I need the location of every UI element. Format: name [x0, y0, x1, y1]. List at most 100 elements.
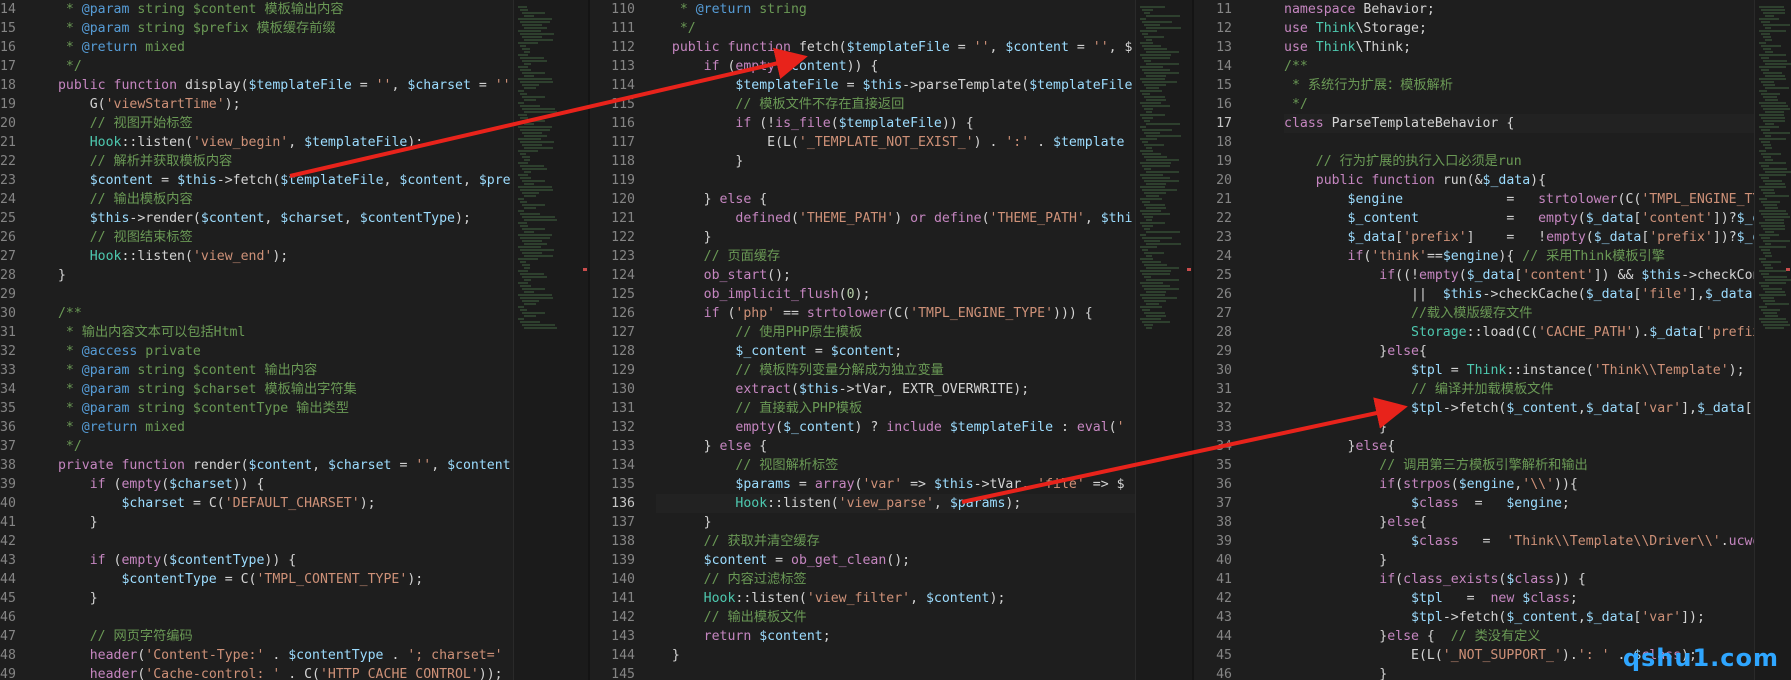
code-line[interactable]: //载入模版缓存文件 [1284, 304, 1754, 323]
code-line[interactable]: }else{ [1284, 513, 1754, 532]
code-line[interactable]: // 直接载入PHP模板 [656, 399, 1135, 418]
code-line[interactable]: */ [50, 57, 445, 76]
code-line[interactable]: $engine = strtolower(C('TMPL_ENGINE_TYPE [1284, 190, 1754, 209]
code-line[interactable]: if ('php' == strtolower(C('TMPL_ENGINE_T… [656, 304, 1135, 323]
code-line[interactable]: } [656, 646, 1135, 665]
code-line[interactable]: // 编译并加载模板文件 [1284, 380, 1754, 399]
code-line[interactable]: $params = array('var' => $this->tVar, 'f… [656, 475, 1135, 494]
code-line[interactable]: * 输出内容文本可以包括Html [50, 323, 445, 342]
code-line[interactable]: // 行为扩展的执行入口必须是run [1284, 152, 1754, 171]
code-line[interactable]: $content = ob_get_clean(); [656, 551, 1135, 570]
code-line[interactable]: if (empty($charset)) { [50, 475, 445, 494]
code-line[interactable]: namespace Behavior; [1284, 0, 1754, 19]
code-line[interactable]: use Think\Think; [1284, 38, 1754, 57]
code-line[interactable]: $_data['prefix'] = !empty($_data['prefix… [1284, 228, 1754, 247]
minimap-middle[interactable] [1135, 0, 1193, 680]
minimap-left[interactable] [513, 0, 589, 680]
code-line[interactable]: } [656, 152, 1135, 171]
code-line[interactable]: // 视图结束标签 [50, 228, 445, 247]
code-line[interactable]: $contentType = C('TMPL_CONTENT_TYPE'); [50, 570, 445, 589]
code-line[interactable]: extract($this->tVar, EXTR_OVERWRITE); [656, 380, 1135, 399]
code-line[interactable]: } else { [656, 190, 1135, 209]
code-line[interactable]: Hook::listen('view_filter', $content); [656, 589, 1135, 608]
code-line[interactable] [50, 608, 445, 627]
code-line[interactable]: Hook::listen('view_parse', $params); [656, 494, 1135, 513]
code-line[interactable]: public function run(&$_data){ [1284, 171, 1754, 190]
code-line[interactable]: $this->render($content, $charset, $conte… [50, 209, 471, 228]
code-line[interactable] [50, 285, 445, 304]
code-line[interactable]: header('Content-Type:' . $contentType . … [50, 646, 503, 665]
code-line[interactable]: * @return mixed [50, 38, 445, 57]
code-line[interactable]: /** [1284, 57, 1754, 76]
code-line[interactable]: if(class_exists($class)) { [1284, 570, 1754, 589]
code-line[interactable]: // 视图解析标签 [656, 456, 1135, 475]
code-line[interactable]: * @return string [656, 0, 1135, 19]
code-line[interactable]: $class = $engine; [1284, 494, 1754, 513]
code-line[interactable]: // 视图开始标签 [50, 114, 445, 133]
code-line[interactable] [656, 665, 1135, 680]
code-line[interactable]: * @param string $prefix 模板缓存前缀 [50, 19, 445, 38]
code-line[interactable]: // 模板文件不存在直接返回 [656, 95, 1135, 114]
code-line[interactable]: * @param string $contentType 输出类型 [50, 399, 445, 418]
code-line[interactable]: if('think'==$engine){ // 采用Think模板引擎 [1284, 247, 1754, 266]
code-area-right[interactable]: namespace Behavior; use Think\Storage; use… [1284, 0, 1754, 680]
code-line[interactable]: * 系统行为扩展：模板解析 [1284, 76, 1754, 95]
code-line[interactable]: G('viewStartTime'); [50, 95, 445, 114]
code-line[interactable]: $_content = empty($_data['content'])?$_d… [1284, 209, 1754, 228]
code-line[interactable]: // 输出模板内容 [50, 190, 445, 209]
code-line[interactable]: if(strpos($engine,'\\')){ [1284, 475, 1754, 494]
code-line[interactable]: if (empty($content)) { [656, 57, 1135, 76]
code-line[interactable]: $_content = $content; [656, 342, 1135, 361]
code-line[interactable]: /** [50, 304, 445, 323]
code-line[interactable]: E(L('_TEMPLATE_NOT_EXIST_') . ':' . $tem… [656, 133, 1135, 152]
code-line[interactable]: * @param string $content 模板输出内容 [50, 0, 445, 19]
code-line[interactable]: */ [50, 437, 445, 456]
code-line[interactable]: } [50, 589, 445, 608]
code-line[interactable] [1284, 133, 1754, 152]
code-line[interactable]: // 网页字符编码 [50, 627, 445, 646]
code-line[interactable]: ob_start(); [656, 266, 1135, 285]
code-line[interactable]: if (empty($contentType)) { [50, 551, 445, 570]
code-line[interactable]: || $this->checkCache($_data['file'],$_da… [1284, 285, 1754, 304]
code-line[interactable]: // 调用第三方模板引擎解析和输出 [1284, 456, 1754, 475]
code-line[interactable]: $tpl->fetch($_content,$_data['var'],$_da… [1284, 399, 1754, 418]
code-line[interactable]: class ParseTemplateBehavior { [1284, 114, 1754, 133]
code-line[interactable]: }else{ [1284, 437, 1754, 456]
code-line[interactable]: // 页面缓存 [656, 247, 1135, 266]
code-line[interactable]: empty($_content) ? include $templateFile… [656, 418, 1135, 437]
code-line[interactable]: * @return mixed [50, 418, 445, 437]
code-line[interactable]: // 使用PHP原生模板 [656, 323, 1135, 342]
code-line[interactable]: // 获取并清空缓存 [656, 532, 1135, 551]
code-line[interactable]: } [50, 513, 445, 532]
code-line[interactable]: // 模板阵列变量分解成为独立变量 [656, 361, 1135, 380]
code-line[interactable]: * @access private [50, 342, 445, 361]
code-line[interactable]: $content = $this->fetch($templateFile, $… [50, 171, 511, 190]
code-line[interactable]: Storage::load(C('CACHE_PATH').$_data['pr… [1284, 323, 1754, 342]
code-line[interactable]: } [656, 513, 1135, 532]
code-line[interactable]: public function fetch($templateFile = ''… [656, 38, 1135, 57]
code-line[interactable] [656, 171, 1135, 190]
code-area-middle[interactable]: * @return string */ public function fetc… [656, 0, 1135, 680]
code-line[interactable]: } [50, 266, 445, 285]
code-line[interactable]: if (!is_file($templateFile)) { [656, 114, 1135, 133]
code-line[interactable]: } [1284, 418, 1754, 437]
code-line[interactable]: $charset = C('DEFAULT_CHARSET'); [50, 494, 445, 513]
code-line[interactable]: $class = 'Think\\Template\\Driver\\'.ucw… [1284, 532, 1754, 551]
code-line[interactable]: $tpl = new $class; [1284, 589, 1754, 608]
code-line[interactable]: Hook::listen('view_end'); [50, 247, 445, 266]
code-line[interactable]: } else { [656, 437, 1135, 456]
code-line[interactable]: $tpl->fetch($_content,$_data['var']); [1284, 608, 1754, 627]
code-line[interactable]: // 输出模板文件 [656, 608, 1135, 627]
code-line[interactable]: */ [656, 19, 1135, 38]
code-line[interactable]: defined('THEME_PATH') or define('THEME_P… [656, 209, 1135, 228]
code-line[interactable]: if((!empty($_data['content']) && $this->… [1284, 266, 1754, 285]
code-line[interactable]: ob_implicit_flush(0); [656, 285, 1135, 304]
code-area-left[interactable]: * @param string $content 模板输出内容 * @param… [50, 0, 511, 680]
code-line[interactable]: $templateFile = $this->parseTemplate($te… [656, 76, 1135, 95]
code-line[interactable]: Hook::listen('view_begin', $templateFile… [50, 133, 445, 152]
code-line[interactable] [50, 532, 445, 551]
code-line[interactable]: use Think\Storage; [1284, 19, 1754, 38]
code-line[interactable]: $tpl = Think::instance('Think\\Template'… [1284, 361, 1754, 380]
code-line[interactable]: } [656, 228, 1135, 247]
code-line[interactable]: return $content; [656, 627, 1135, 646]
